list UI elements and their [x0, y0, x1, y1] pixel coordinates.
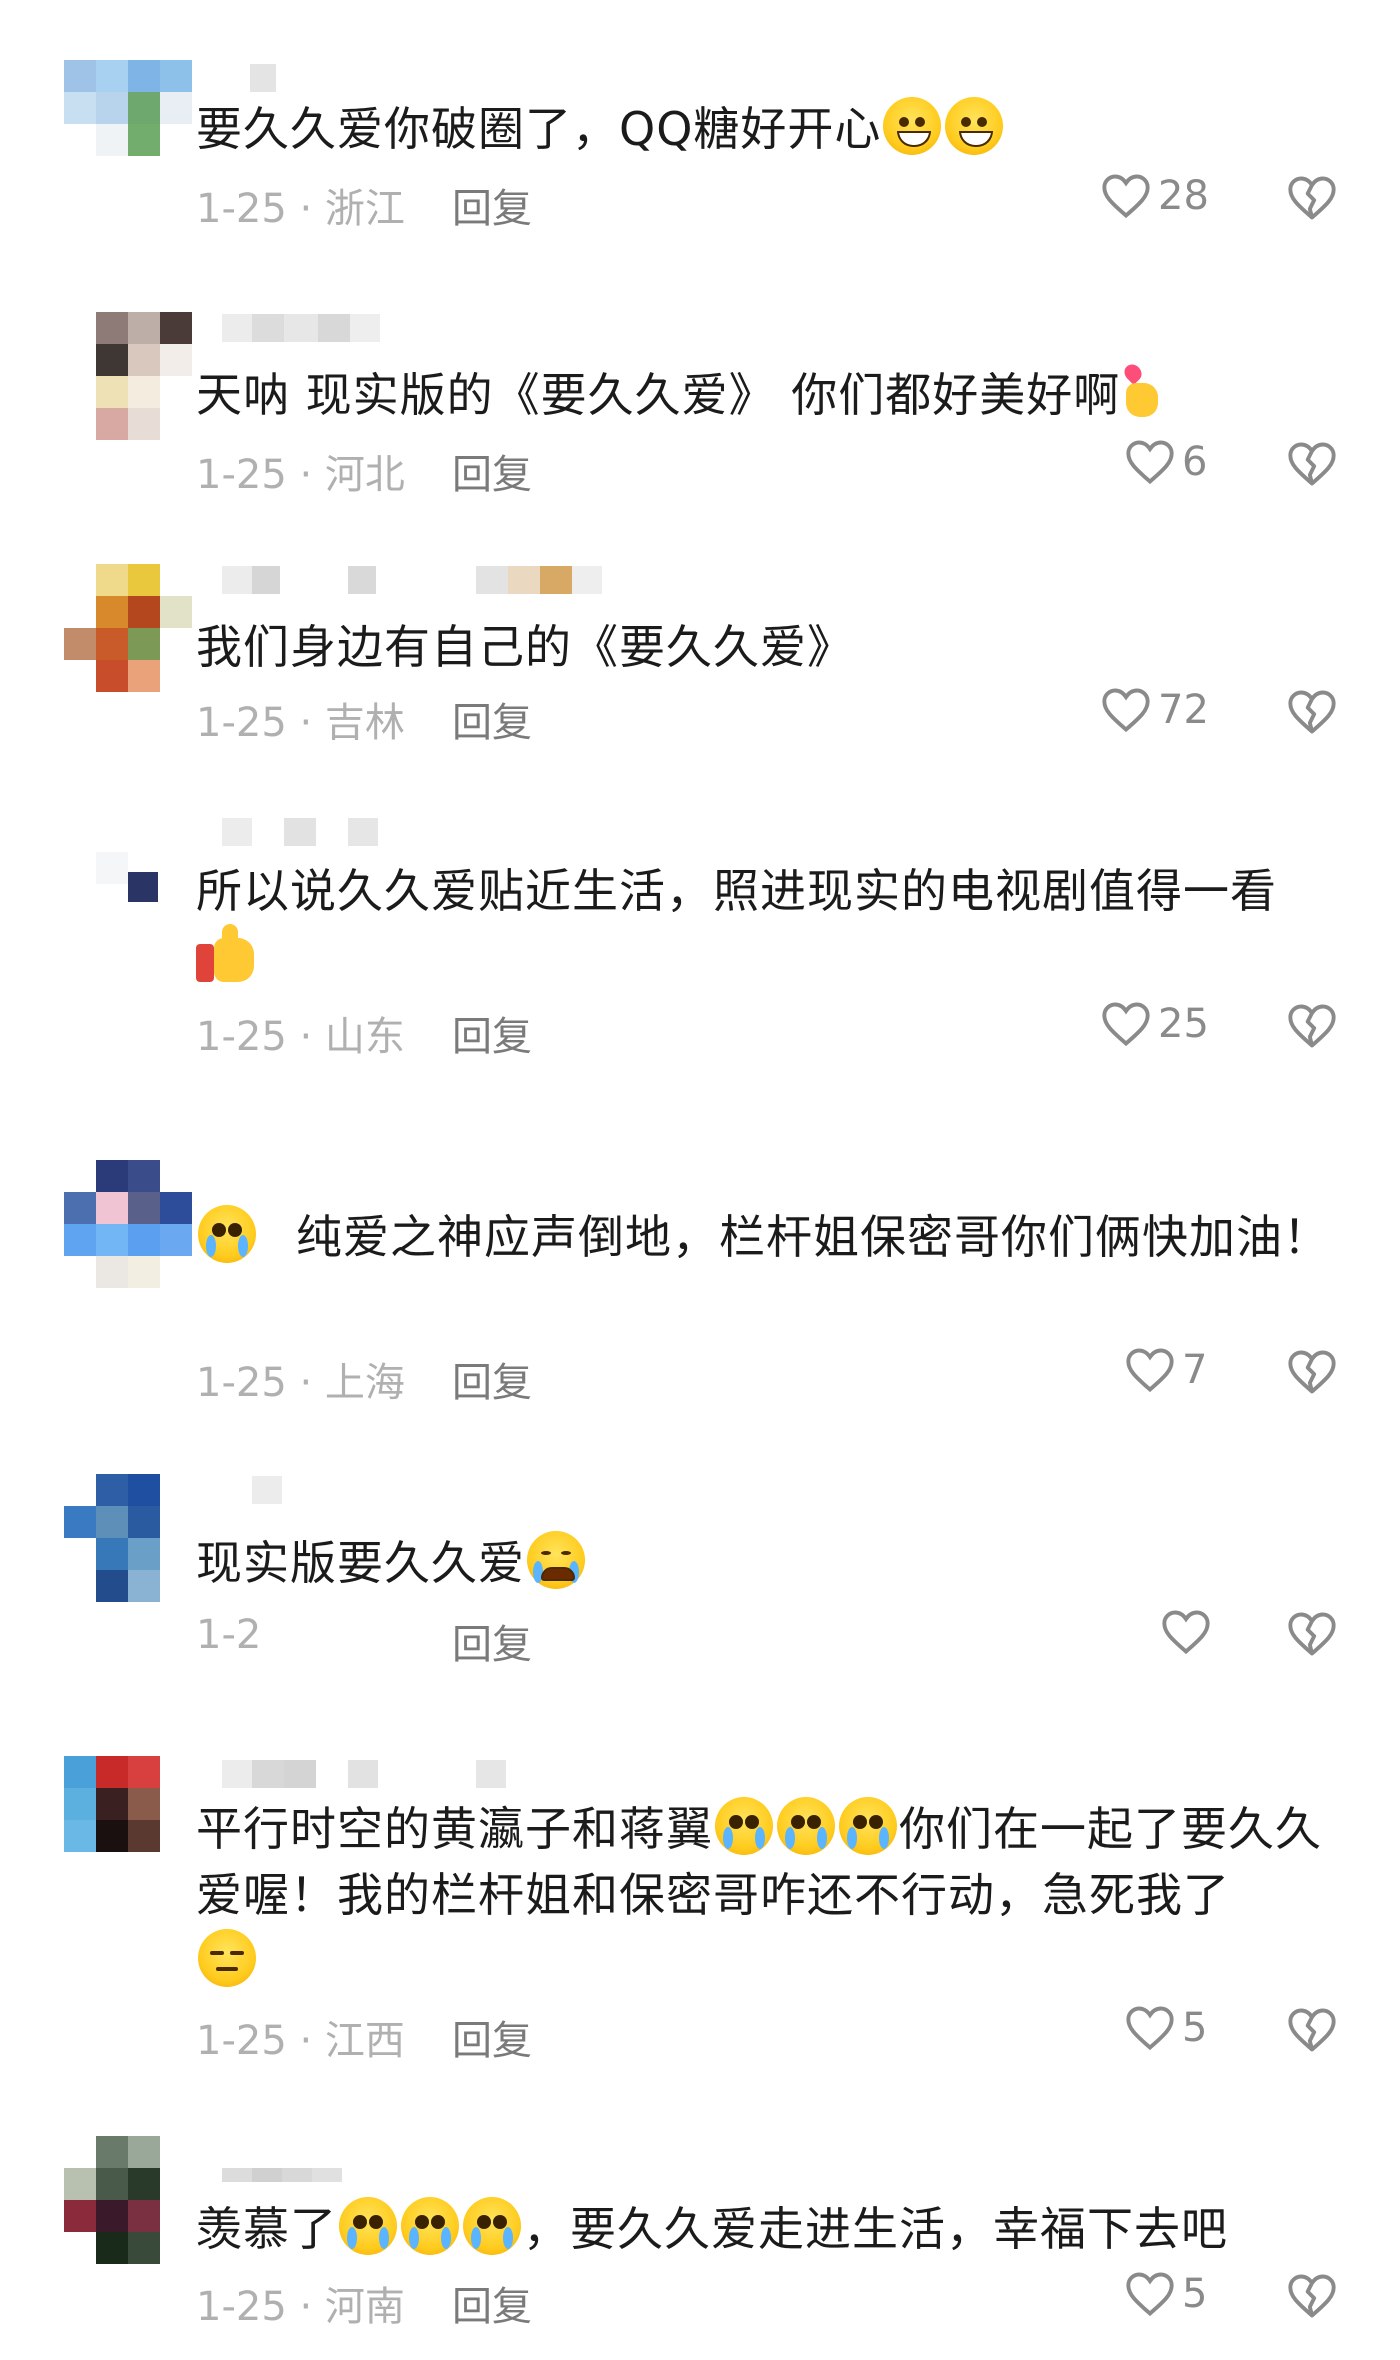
avatar[interactable]: [64, 1160, 192, 1300]
comment-meta: 1-2: [196, 1612, 262, 1658]
like-button[interactable]: 5: [1124, 2004, 1207, 2052]
avatar[interactable]: [64, 1474, 192, 1614]
comment-text: 我们身边有自己的《要久久爱》: [196, 620, 854, 674]
like-count: 28: [1158, 173, 1209, 219]
like-count: 72: [1158, 687, 1209, 733]
comment-text: 天呐 现实版的《要久久爱》 你们都好美好啊: [196, 360, 1346, 428]
broken-heart-icon[interactable]: [1286, 686, 1338, 738]
heart-icon: [1126, 440, 1174, 485]
pleading-emoji: [198, 1205, 256, 1263]
comment-text: 羡慕了 ，要久久爱走进生活，幸福下去吧: [196, 2196, 1346, 2262]
pleading-emoji: [777, 1797, 835, 1855]
broken-heart-icon[interactable]: [1286, 2270, 1338, 2322]
comment-text: 要久久爱你破圈了，QQ糖好开心: [196, 96, 1346, 162]
comment-text: 纯爱之神应声倒地，栏杆姐保密哥你们俩快加油！: [196, 1204, 1346, 1270]
grin-emoji: [883, 97, 942, 155]
avatar[interactable]: [64, 2136, 192, 2276]
like-count: 5: [1182, 2005, 1208, 2051]
heart-icon: [1162, 1610, 1210, 1655]
heart-icon: [1126, 1348, 1174, 1393]
reply-button[interactable]: 回复: [452, 690, 532, 748]
comment-meta: 1-25 · 河北: [196, 452, 405, 498]
comment-text: 现实版要久久爱: [196, 1530, 1346, 1596]
like-button[interactable]: 72: [1100, 686, 1209, 734]
reply-button[interactable]: 回复: [452, 2008, 532, 2066]
avatar[interactable]: [64, 60, 192, 200]
heart-icon: [1102, 1002, 1150, 1047]
pleading-emoji: [401, 2197, 459, 2255]
broken-heart-icon[interactable]: [1286, 1346, 1338, 1398]
broken-heart-icon[interactable]: [1286, 1000, 1338, 1052]
comment-meta: 1-25 · 上海: [196, 1360, 405, 1406]
reply-button[interactable]: 回复: [452, 2274, 532, 2332]
comment-text: 平行时空的黄瀛子和蒋翼 你们在一起了要久久爱喔！我的栏杆姐和保密哥咋还不行动，急死…: [196, 1796, 1346, 1994]
comment-meta: 1-25 · 浙江: [196, 186, 405, 232]
heart-icon: [1102, 174, 1150, 219]
thumbs-up-emoji: [196, 924, 260, 984]
avatar[interactable]: [64, 564, 192, 704]
heart-icon: [1126, 2272, 1174, 2317]
like-button[interactable]: 25: [1100, 1000, 1209, 1048]
reply-button[interactable]: 回复: [452, 1004, 532, 1062]
reply-button[interactable]: 回复: [452, 176, 532, 234]
reply-button[interactable]: 回复: [452, 1350, 532, 1408]
avatar[interactable]: [64, 820, 192, 960]
like-count: 6: [1182, 439, 1208, 485]
like-count: 5: [1182, 2271, 1208, 2317]
reply-button[interactable]: 回复: [452, 1612, 532, 1670]
pleading-emoji: [839, 1797, 897, 1855]
like-button[interactable]: 6: [1124, 438, 1207, 486]
comment-meta: 1-25 · 山东: [196, 1014, 405, 1060]
like-button[interactable]: 28: [1100, 172, 1209, 220]
pleading-emoji: [715, 1797, 773, 1855]
broken-heart-icon[interactable]: [1286, 1608, 1338, 1660]
like-count: 7: [1182, 1347, 1208, 1393]
crying-emoji: [527, 1531, 585, 1589]
like-count: 25: [1158, 1001, 1209, 1047]
grin-emoji: [945, 97, 1004, 155]
heart-icon: [1102, 688, 1150, 733]
smirk-emoji: [198, 1929, 256, 1987]
comment-meta: 1-25 · 吉林: [196, 700, 405, 746]
reply-button[interactable]: 回复: [452, 442, 532, 500]
broken-heart-icon[interactable]: [1286, 172, 1338, 224]
pleading-emoji: [463, 2197, 521, 2255]
pleading-emoji: [339, 2197, 397, 2255]
like-button[interactable]: 7: [1124, 1346, 1207, 1394]
avatar[interactable]: [64, 1756, 192, 1896]
finger-heart-emoji: [1120, 360, 1164, 419]
comment-meta: 1-25 · 江西: [196, 2018, 405, 2064]
comment-meta: 1-25 · 河南: [196, 2284, 405, 2330]
like-button[interactable]: 5: [1124, 2270, 1207, 2318]
avatar[interactable]: [64, 312, 192, 452]
heart-icon: [1126, 2006, 1174, 2051]
broken-heart-icon[interactable]: [1286, 2004, 1338, 2056]
comment-text: 所以说久久爱贴近生活，照进现实的电视剧值得一看: [196, 858, 1346, 993]
broken-heart-icon[interactable]: [1286, 438, 1338, 490]
like-button[interactable]: [1160, 1608, 1212, 1656]
